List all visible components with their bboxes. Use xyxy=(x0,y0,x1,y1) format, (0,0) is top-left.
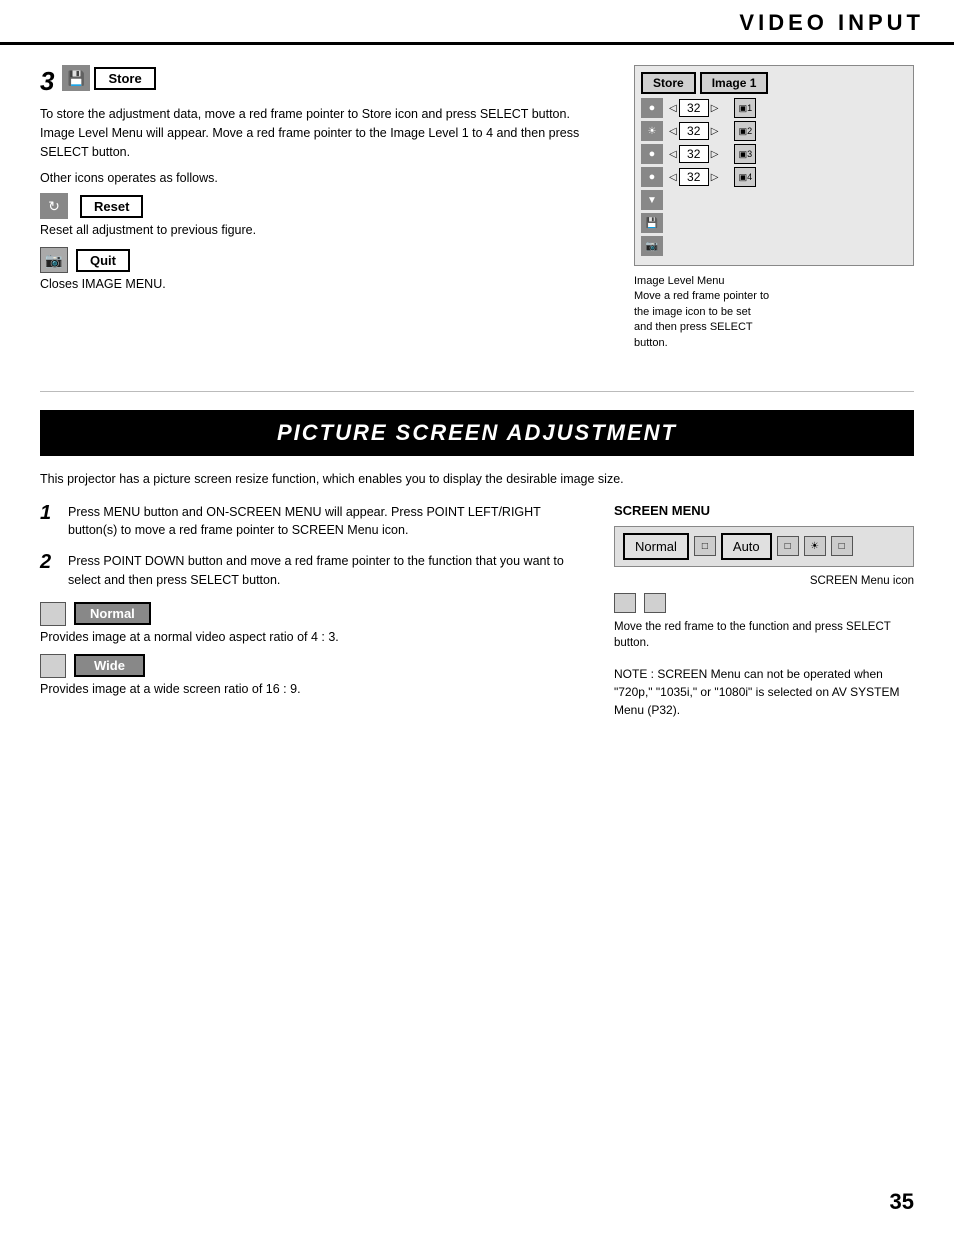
step3-number: 3 xyxy=(40,68,54,94)
screen-small-boxes xyxy=(614,593,914,613)
menu-val-1: 32 xyxy=(679,99,709,117)
screen-icon-3: ☀ xyxy=(804,536,826,556)
psa-body: 1 Press MENU button and ON-SCREEN MENU w… xyxy=(40,503,914,719)
normal-box-icon xyxy=(40,602,66,626)
step1-number: 1 xyxy=(40,503,60,541)
step2-number: 2 xyxy=(40,552,60,590)
menu-illustration: Store Image 1 ● ◁ 32 ▷ ☀ xyxy=(634,65,914,266)
screen-icon-2: □ xyxy=(777,536,799,556)
menu-icon-7: 📷 xyxy=(641,236,663,256)
quit-description: Closes IMAGE MENU. xyxy=(40,277,604,291)
page-header: VIDEO INPUT xyxy=(0,0,954,45)
menu-row-5: ▼ xyxy=(641,190,720,210)
store-icon: 💾 xyxy=(62,65,90,91)
note-text: NOTE : SCREEN Menu can not be operated w… xyxy=(614,667,900,717)
psa-right: SCREEN MENU Normal □ Auto □ ☀ □ SCREEN M… xyxy=(614,503,914,719)
right-side-icons: ▣1 ▣2 ▣3 ▣4 xyxy=(730,98,756,259)
page-number: 35 xyxy=(890,1189,914,1215)
screen-icon-4: □ xyxy=(831,536,853,556)
reset-description: Reset all adjustment to previous figure. xyxy=(40,223,604,237)
slot-4: ▣4 xyxy=(734,167,756,187)
store-icon-row: 💾 Store xyxy=(62,65,155,91)
menu-icon-1: ● xyxy=(641,98,663,118)
step1-row: 1 Press MENU button and ON-SCREEN MENU w… xyxy=(40,503,584,541)
main-content: 3 💾 Store To store the adjustment data, … xyxy=(0,45,954,739)
menu-image-btn: Image 1 xyxy=(700,72,769,94)
screen-menu-title: SCREEN MENU xyxy=(614,503,914,518)
menu-val-3: 32 xyxy=(679,145,709,163)
reset-button: Reset xyxy=(80,195,143,218)
menu-row-3: ● ◁ 32 ▷ xyxy=(641,144,720,164)
other-icons-text: Other icons operates as follows. xyxy=(40,171,604,185)
wide-box-icon xyxy=(40,654,66,678)
page-title: VIDEO INPUT xyxy=(739,10,924,36)
section3-right: Store Image 1 ● ◁ 32 ▷ ☀ xyxy=(634,65,914,351)
psa-section-title: PICTURE SCREEN ADJUSTMENT xyxy=(40,410,914,456)
screen-small-box-2 xyxy=(644,593,666,613)
menu-row-7: 📷 xyxy=(641,236,720,256)
screen-move-text: Move the red frame to the function and p… xyxy=(614,619,914,651)
normal-button: Normal xyxy=(74,602,151,625)
wide-row: Wide xyxy=(40,654,584,678)
menu-val-4: 32 xyxy=(679,168,709,186)
screen-normal-label: Normal xyxy=(623,533,689,560)
menu-row-1: ● ◁ 32 ▷ xyxy=(641,98,720,118)
menu-row-2: ☀ ◁ 32 ▷ xyxy=(641,121,720,141)
screen-menu-icon-label: SCREEN Menu icon xyxy=(614,575,914,587)
menu-store-btn: Store xyxy=(641,72,696,94)
step3-intro: To store the adjustment data, move a red… xyxy=(40,105,604,161)
screen-small-box-1 xyxy=(614,593,636,613)
psa-section: PICTURE SCREEN ADJUSTMENT This projector… xyxy=(40,410,914,719)
step2-text: Press POINT DOWN button and move a red f… xyxy=(68,552,584,590)
psa-left: 1 Press MENU button and ON-SCREEN MENU w… xyxy=(40,503,584,719)
normal-row: Normal xyxy=(40,602,584,626)
normal-description: Provides image at a normal video aspect … xyxy=(40,630,584,644)
menu-caption: Image Level Menu Move a red frame pointe… xyxy=(634,274,914,351)
menu-body: ● ◁ 32 ▷ ☀ ◁ 32 ▷ xyxy=(641,98,907,259)
step1-text: Press MENU button and ON-SCREEN MENU wil… xyxy=(68,503,584,541)
menu-icon-2: ☀ xyxy=(641,121,663,141)
section-divider xyxy=(40,391,914,392)
menu-row-6: 💾 xyxy=(641,213,720,233)
quit-row: 📷 Quit xyxy=(40,247,604,273)
reset-row: ↻ Reset xyxy=(40,193,604,219)
menu-top-row: Store Image 1 xyxy=(641,72,907,94)
screen-auto-label: Auto xyxy=(721,533,772,560)
wide-description: Provides image at a wide screen ratio of… xyxy=(40,682,584,696)
wide-button: Wide xyxy=(74,654,145,677)
store-button: Store xyxy=(94,67,155,90)
menu-val-2: 32 xyxy=(679,122,709,140)
slot-2: ▣2 xyxy=(734,121,756,141)
screen-menu-box: Normal □ Auto □ ☀ □ xyxy=(614,526,914,567)
step3-header: 3 💾 Store xyxy=(40,65,604,97)
reset-icon: ↻ xyxy=(40,193,68,219)
menu-icon-4: ● xyxy=(641,167,663,187)
section3-left: 3 💾 Store To store the adjustment data, … xyxy=(40,65,604,351)
menu-rows: ● ◁ 32 ▷ ☀ ◁ 32 ▷ xyxy=(641,98,720,259)
menu-icon-6: 💾 xyxy=(641,213,663,233)
menu-icon-5: ▼ xyxy=(641,190,663,210)
slot-1: ▣1 xyxy=(734,98,756,118)
step2-row: 2 Press POINT DOWN button and move a red… xyxy=(40,552,584,590)
menu-icon-3: ● xyxy=(641,144,663,164)
screen-icon-1: □ xyxy=(694,536,716,556)
section3: 3 💾 Store To store the adjustment data, … xyxy=(40,65,914,351)
psa-intro: This projector has a picture screen resi… xyxy=(40,470,914,489)
quit-icon: 📷 xyxy=(40,247,68,273)
slot-3: ▣3 xyxy=(734,144,756,164)
note-box: NOTE : SCREEN Menu can not be operated w… xyxy=(614,665,914,719)
menu-row-4: ● ◁ 32 ▷ xyxy=(641,167,720,187)
quit-button: Quit xyxy=(76,249,130,272)
